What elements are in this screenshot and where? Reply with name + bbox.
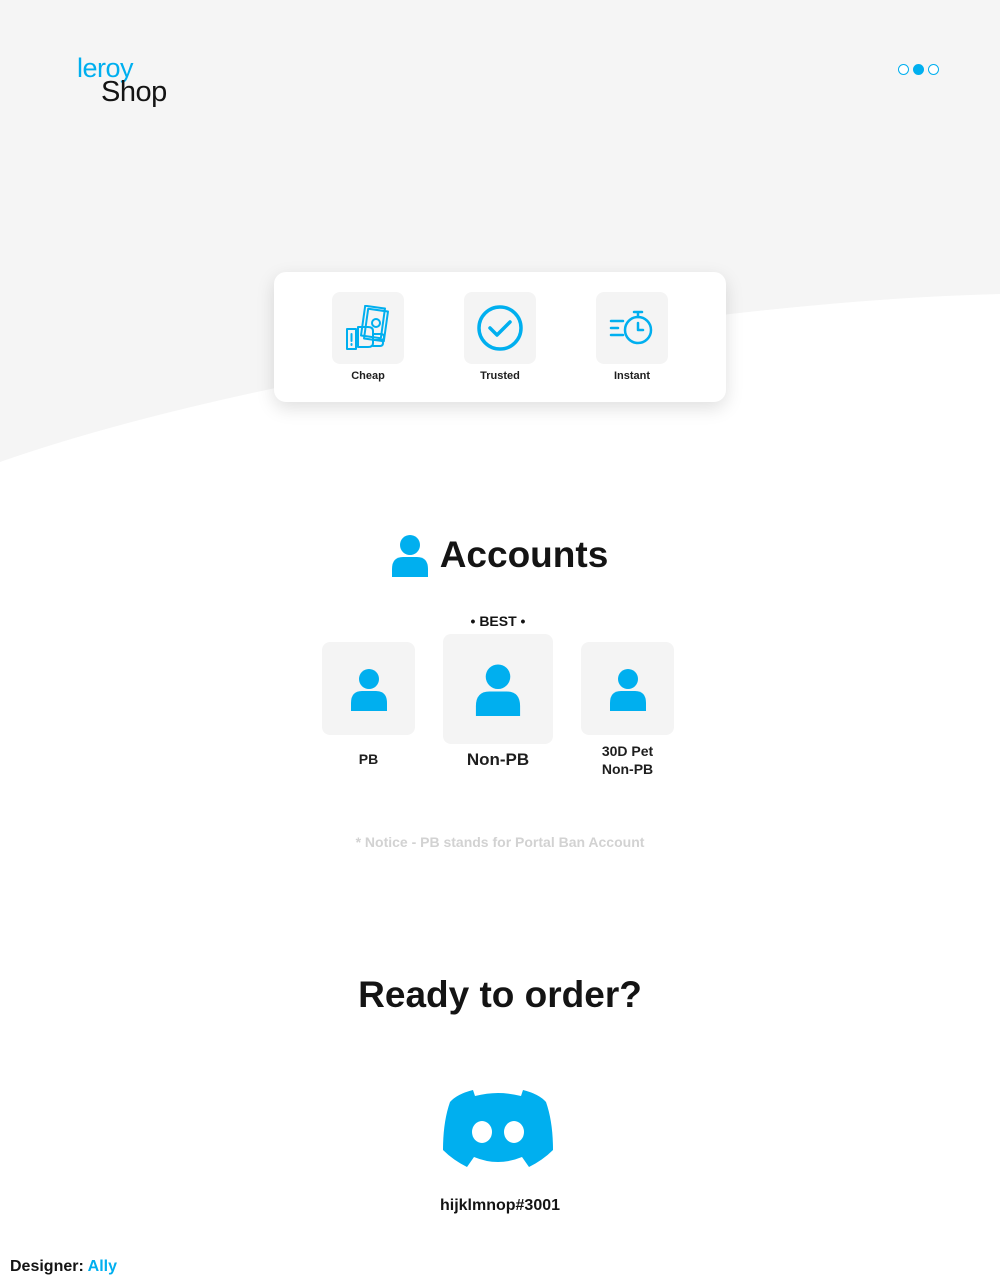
- account-option-30d-pet-non-pb[interactable]: 30D Pet Non-PB: [581, 642, 674, 778]
- pager-dot-3[interactable]: [928, 64, 939, 75]
- credit-name[interactable]: Ally: [88, 1258, 117, 1275]
- user-icon: [475, 664, 521, 716]
- feature-instant-label: Instant: [613, 370, 651, 382]
- accounts-heading: Accounts: [0, 533, 1000, 577]
- features-card: Cheap Trusted Instant: [274, 272, 726, 402]
- account-30d-label-line1: 30D Pet: [601, 743, 654, 759]
- user-icon: [391, 535, 428, 577]
- account-non-pb-label: Non-PB: [466, 750, 530, 769]
- account-option-non-pb[interactable]: Non-PB: [443, 634, 553, 770]
- accounts-title: Accounts: [439, 534, 609, 575]
- account-30d-label: 30D Pet Non-PB: [581, 742, 674, 778]
- cash-hand-icon: [346, 305, 389, 350]
- account-30d-tile[interactable]: [581, 642, 674, 735]
- account-non-pb-tile[interactable]: [443, 634, 553, 744]
- feature-trusted-tile: [464, 292, 536, 364]
- order-title: Ready to order?: [358, 974, 642, 1015]
- pager-dot-1[interactable]: [898, 64, 909, 75]
- user-icon: [350, 668, 387, 711]
- brand-logo[interactable]: leroy Shop: [77, 55, 167, 107]
- page-indicator: [898, 64, 939, 75]
- account-pb-tile[interactable]: [322, 642, 415, 735]
- check-circle-icon: [477, 305, 523, 351]
- feature-instant: Instant: [596, 292, 668, 382]
- feature-trusted-label: Trusted: [480, 370, 520, 382]
- pager-dot-2-active[interactable]: [913, 64, 924, 75]
- fast-stopwatch-icon: [609, 310, 653, 345]
- feature-trusted: Trusted: [464, 292, 536, 382]
- feature-cheap-tile: [332, 292, 404, 364]
- user-icon: [609, 668, 646, 711]
- credit-prefix: Designer:: [10, 1258, 84, 1275]
- feature-cheap-label: Cheap: [351, 370, 385, 382]
- discord-tag[interactable]: hijklmnop#3001: [0, 1197, 1000, 1215]
- best-badge: • BEST •: [470, 613, 526, 629]
- pb-notice: * Notice - PB stands for Portal Ban Acco…: [355, 834, 645, 850]
- account-30d-label-line2: Non-PB: [601, 761, 654, 777]
- feature-cheap: Cheap: [332, 292, 404, 382]
- discord-icon[interactable]: [443, 1088, 553, 1168]
- account-option-pb[interactable]: PB: [322, 642, 415, 767]
- account-pb-label: PB: [358, 751, 379, 767]
- designer-credit: Designer: Ally: [10, 1258, 117, 1276]
- feature-instant-tile: [596, 292, 668, 364]
- logo-text-shop: Shop: [101, 76, 167, 108]
